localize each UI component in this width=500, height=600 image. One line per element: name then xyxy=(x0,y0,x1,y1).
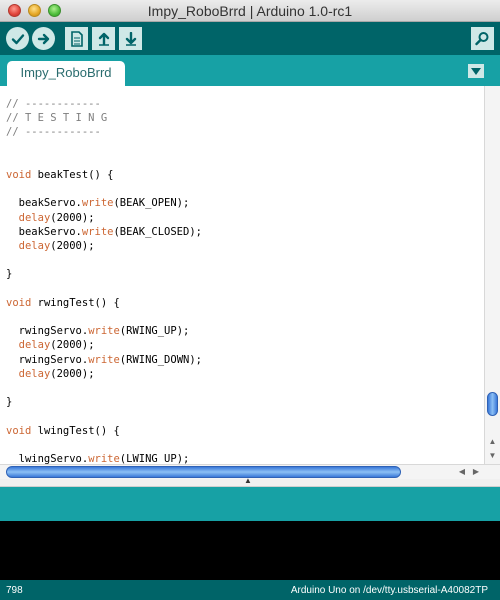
code-line: beakServo.write(BEAK_OPEN); xyxy=(6,197,190,210)
code-line: void rwingTest() { xyxy=(6,296,120,309)
code-line: delay(2000); xyxy=(18,339,95,352)
magnifier-icon xyxy=(475,32,489,46)
save-button[interactable] xyxy=(119,27,142,50)
code-comment: // ------------ xyxy=(6,126,101,139)
checkmark-icon xyxy=(11,33,24,44)
console-output[interactable] xyxy=(0,521,500,580)
code-line: rwingServo.write(RWING_UP); xyxy=(6,325,190,338)
new-button[interactable] xyxy=(65,27,88,50)
serial-monitor-button[interactable] xyxy=(471,27,494,50)
collapse-arrow-icon[interactable]: ▲ xyxy=(244,476,252,485)
tab-strip: Impy_RoboBrrd xyxy=(0,55,500,86)
vertical-scrollbar[interactable]: ▲ ▼ xyxy=(484,86,500,464)
scroll-right-arrow-icon[interactable]: ▶ xyxy=(469,465,483,479)
message-area xyxy=(0,487,500,521)
title-bar: Impy_RoboBrrd | Arduino 1.0-rc1 xyxy=(0,0,500,22)
tab-impy-robobrrd[interactable]: Impy_RoboBrrd xyxy=(7,61,125,86)
down-arrow-icon xyxy=(125,31,136,46)
code-line: } xyxy=(6,396,13,409)
horizontal-scroll-thumb[interactable] xyxy=(6,466,401,478)
scroll-left-arrow-icon[interactable]: ◀ xyxy=(455,465,469,479)
code-comment: // ------------ xyxy=(6,98,101,110)
code-line: void lwingTest() { xyxy=(6,424,120,437)
scroll-up-arrow-icon[interactable]: ▲ xyxy=(485,435,500,449)
line-number: 798 xyxy=(6,585,23,596)
upload-button[interactable] xyxy=(32,27,55,50)
tab-menu-button[interactable] xyxy=(468,64,484,78)
toolbar xyxy=(0,22,500,55)
code-comment: // T E S T I N G xyxy=(6,112,108,125)
code-text[interactable]: // ------------ // T E S T I N G // ----… xyxy=(6,97,202,464)
verify-button[interactable] xyxy=(6,27,29,50)
up-arrow-icon xyxy=(98,32,109,46)
status-bar: 798 Arduino Uno on /dev/tty.usbserial-A4… xyxy=(0,580,500,600)
code-line: lwingServo.write(LWING_UP); xyxy=(6,453,190,464)
open-button[interactable] xyxy=(92,27,115,50)
code-line: delay(2000); xyxy=(18,367,95,380)
code-line: delay(2000); xyxy=(18,211,95,224)
right-arrow-icon xyxy=(37,33,49,44)
triangle-down-icon xyxy=(471,67,481,75)
pane-divider[interactable]: ▲ xyxy=(0,476,500,487)
vertical-scroll-thumb[interactable] xyxy=(487,392,498,416)
code-line: } xyxy=(6,268,13,281)
window-title: Impy_RoboBrrd | Arduino 1.0-rc1 xyxy=(147,3,353,19)
scroll-down-arrow-icon[interactable]: ▼ xyxy=(485,449,500,463)
code-line: beakServo.write(BEAK_CLOSED); xyxy=(6,225,202,238)
code-line: rwingServo.write(RWING_DOWN); xyxy=(6,353,202,366)
board-port-label: Arduino Uno on /dev/tty.usbserial-A40082… xyxy=(290,585,488,596)
code-line: delay(2000); xyxy=(18,240,95,253)
code-editor[interactable]: // ------------ // T E S T I N G // ----… xyxy=(0,86,500,464)
new-file-icon xyxy=(70,30,83,47)
code-line: void beakTest() { xyxy=(6,169,114,182)
